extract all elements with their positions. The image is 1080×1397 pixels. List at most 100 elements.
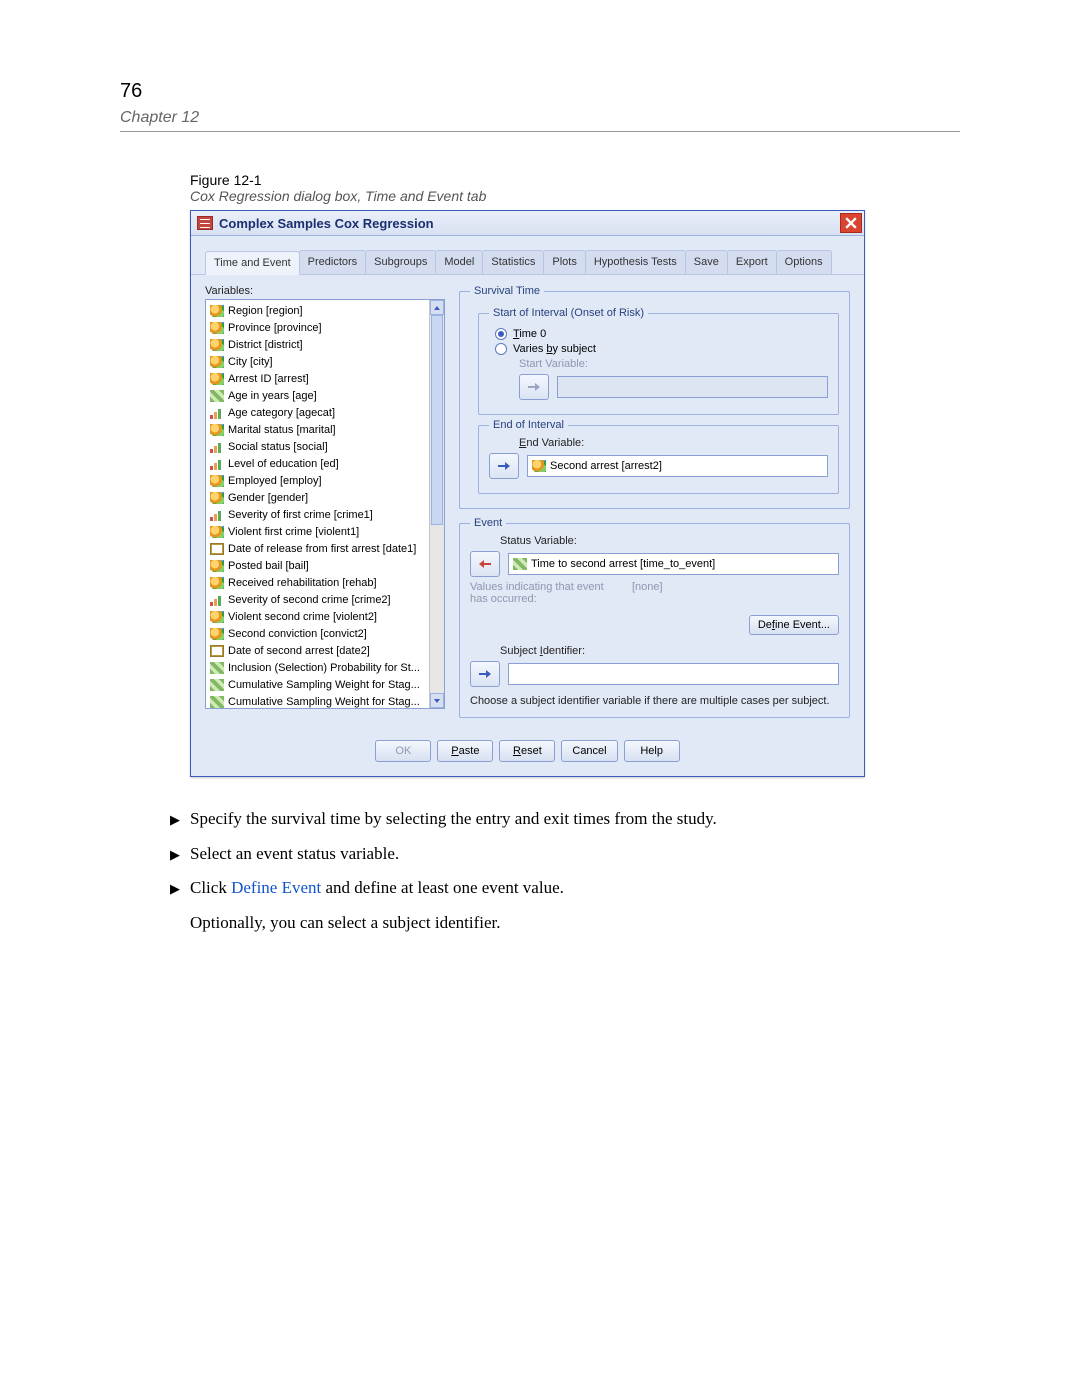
paste-button[interactable]: Paste: [437, 740, 493, 762]
list-item-label: Cumulative Sampling Weight for Stag...: [228, 696, 420, 708]
nom-var-icon: [210, 356, 224, 368]
figure-label: Figure 12-1: [190, 172, 960, 188]
variables-list[interactable]: Region [region] Province [province] Distri…: [205, 299, 445, 709]
tab-save[interactable]: Save: [685, 250, 728, 274]
list-item[interactable]: Cumulative Sampling Weight for Stag...: [206, 676, 444, 693]
nom-var-icon: [210, 577, 224, 589]
list-item[interactable]: District [district]: [206, 336, 444, 353]
move-subject-id-button[interactable]: [470, 661, 500, 687]
survival-time-group: Survival Time Start of Interval (Onset o…: [459, 285, 850, 509]
radio-icon: [495, 328, 507, 340]
list-item[interactable]: Date of second arrest [date2]: [206, 642, 444, 659]
list-item-label: Severity of first crime [crime1]: [228, 509, 373, 521]
list-item[interactable]: Second conviction [convict2]: [206, 625, 444, 642]
page-number: 76: [120, 80, 960, 103]
scrollbar-vertical[interactable]: [429, 300, 444, 708]
start-legend: Start of Interval (Onset of Risk): [489, 307, 648, 319]
close-button[interactable]: [840, 213, 862, 233]
list-item-label: Age in years [age]: [228, 390, 317, 402]
cancel-button[interactable]: Cancel: [561, 740, 617, 762]
list-item[interactable]: Age category [agecat]: [206, 404, 444, 421]
tab-plots[interactable]: Plots: [543, 250, 585, 274]
sca-var-icon: [210, 390, 224, 402]
list-item[interactable]: Violent first crime [violent1]: [206, 523, 444, 540]
close-icon: [845, 217, 857, 229]
dat-var-icon: [210, 645, 224, 657]
list-item-label: Violent first crime [violent1]: [228, 526, 359, 538]
radio-time0[interactable]: Time 0: [495, 328, 828, 340]
nom-var-icon: [210, 628, 224, 640]
list-item[interactable]: Gender [gender]: [206, 489, 444, 506]
list-item[interactable]: Cumulative Sampling Weight for Stag...: [206, 693, 444, 709]
dialog-footer: OK Paste Reset Cancel Help: [191, 732, 864, 776]
chevron-up-icon: [433, 304, 441, 312]
list-item[interactable]: Social status [social]: [206, 438, 444, 455]
scroll-down-button[interactable]: [430, 693, 444, 708]
arrow-right-icon: [478, 668, 492, 680]
radio-varies-label: Varies by subject: [513, 343, 596, 355]
radio-varies[interactable]: Varies by subject: [495, 343, 828, 355]
step-2: Select an event status variable.: [190, 842, 399, 867]
status-var-label: Status Variable:: [500, 535, 839, 547]
tab-predictors[interactable]: Predictors: [299, 250, 367, 274]
list-item[interactable]: Severity of first crime [crime1]: [206, 506, 444, 523]
subject-id-field[interactable]: [508, 663, 839, 685]
list-item-label: Province [province]: [228, 322, 322, 334]
list-item-label: Marital status [marital]: [228, 424, 336, 436]
status-var-field[interactable]: Time to second arrest [time_to_event]: [508, 553, 839, 575]
list-item[interactable]: Region [region]: [206, 302, 444, 319]
cox-regression-dialog: Complex Samples Cox Regression Time and …: [190, 210, 865, 777]
move-status-var-button[interactable]: [470, 551, 500, 577]
survival-legend: Survival Time: [470, 285, 544, 297]
arrow-left-icon: [478, 558, 492, 570]
list-item[interactable]: Age in years [age]: [206, 387, 444, 404]
tab-statistics[interactable]: Statistics: [482, 250, 544, 274]
list-item[interactable]: Province [province]: [206, 319, 444, 336]
list-item-label: Date of release from first arrest [date1…: [228, 543, 416, 555]
list-item-label: Arrest ID [arrest]: [228, 373, 309, 385]
reset-button[interactable]: Reset: [499, 740, 555, 762]
tab-time-and-event[interactable]: Time and Event: [205, 251, 300, 275]
tab-hypothesis-tests[interactable]: Hypothesis Tests: [585, 250, 686, 274]
tab-options[interactable]: Options: [776, 250, 832, 274]
end-var-field[interactable]: Second arrest [arrest2]: [527, 455, 828, 477]
list-item[interactable]: City [city]: [206, 353, 444, 370]
help-button[interactable]: Help: [624, 740, 680, 762]
define-event-link[interactable]: Define Event: [231, 878, 321, 897]
tab-model[interactable]: Model: [435, 250, 483, 274]
step-1: Specify the survival time by selecting t…: [190, 807, 717, 832]
list-item[interactable]: Received rehabilitation [rehab]: [206, 574, 444, 591]
move-start-var-button: [519, 374, 549, 400]
ord-var-icon: [210, 594, 224, 606]
list-item-label: Posted bail [bail]: [228, 560, 309, 572]
values-value: [none]: [632, 581, 663, 593]
titlebar: Complex Samples Cox Regression: [191, 211, 864, 236]
move-end-var-button[interactable]: [489, 453, 519, 479]
list-item[interactable]: Marital status [marital]: [206, 421, 444, 438]
list-item[interactable]: Severity of second crime [crime2]: [206, 591, 444, 608]
tab-export[interactable]: Export: [727, 250, 777, 274]
scroll-track[interactable]: [430, 315, 444, 693]
list-item[interactable]: Violent second crime [violent2]: [206, 608, 444, 625]
tab-bar: Time and EventPredictorsSubgroupsModelSt…: [191, 236, 864, 275]
step-3: Click Define Event and define at least o…: [190, 876, 564, 935]
list-item[interactable]: Employed [employ]: [206, 472, 444, 489]
start-var-label: Start Variable:: [519, 358, 828, 370]
define-event-button[interactable]: Define Event...: [749, 615, 839, 635]
nominal-var-icon: [532, 460, 546, 472]
scroll-thumb[interactable]: [431, 315, 443, 525]
list-item[interactable]: Arrest ID [arrest]: [206, 370, 444, 387]
sca-var-icon: [210, 679, 224, 691]
app-icon: [197, 216, 213, 230]
list-item[interactable]: Level of education [ed]: [206, 455, 444, 472]
tab-subgroups[interactable]: Subgroups: [365, 250, 436, 274]
radio-icon: [495, 343, 507, 355]
chapter-label: Chapter 12: [120, 109, 960, 132]
list-item[interactable]: Date of release from first arrest [date1…: [206, 540, 444, 557]
nom-var-icon: [210, 475, 224, 487]
list-item[interactable]: Posted bail [bail]: [206, 557, 444, 574]
list-item[interactable]: Inclusion (Selection) Probability for St…: [206, 659, 444, 676]
values-text: Values indicating that event has occurre…: [470, 581, 620, 605]
scroll-up-button[interactable]: [430, 300, 444, 315]
list-item-label: Inclusion (Selection) Probability for St…: [228, 662, 420, 674]
